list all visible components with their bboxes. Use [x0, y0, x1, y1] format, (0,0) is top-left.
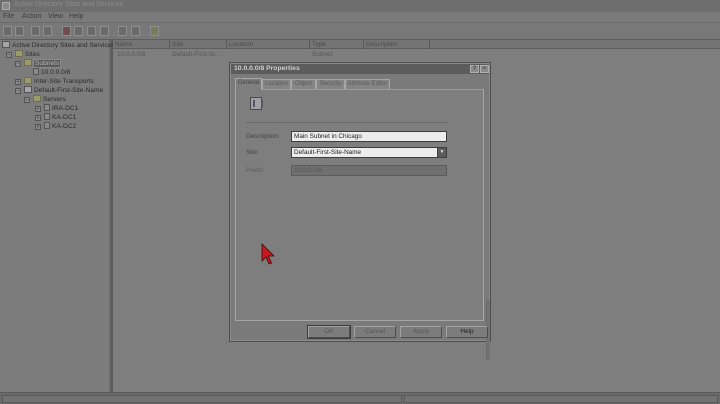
ok-button[interactable]: OK	[307, 325, 351, 339]
dialog-title: 10.0.0.0/8 Properties	[234, 65, 300, 72]
site-dropdown[interactable]: Default-First-Site-Name ▼	[291, 147, 447, 158]
row-name: 10.0.0.0/8	[117, 51, 146, 58]
menu-file[interactable]: File	[3, 13, 14, 20]
menu-action[interactable]: Action	[22, 13, 41, 20]
server-icon	[44, 122, 50, 129]
tree-server-ka-dc2[interactable]: + KA-DC2	[35, 122, 76, 131]
folder-icon	[33, 95, 41, 102]
dialog-title-bar: 10.0.0.0/8 Properties ? ×	[231, 64, 489, 74]
forward-icon[interactable]	[15, 26, 24, 36]
properties-icon[interactable]	[74, 26, 83, 36]
window-title: Active Directory Sites and Services	[14, 1, 123, 8]
mmc-view-icon[interactable]	[131, 26, 140, 36]
folder-icon	[15, 50, 23, 57]
help-icon[interactable]	[118, 26, 127, 36]
column-description[interactable]: Description	[364, 40, 430, 49]
collapse-icon[interactable]: –	[6, 52, 12, 58]
tab-security[interactable]: Security	[316, 79, 345, 89]
table-row[interactable]: 10.0.0.0/8 Default-First-Si... Subnet	[113, 50, 720, 59]
help-question-icon[interactable]: ?	[470, 65, 479, 73]
close-icon[interactable]: ×	[480, 65, 489, 73]
toolbar	[0, 23, 720, 40]
tab-object[interactable]: Object	[291, 79, 316, 89]
description-label: Description:	[246, 133, 280, 140]
status-pane	[404, 395, 718, 403]
folder-icon	[24, 59, 32, 66]
status-bar	[0, 392, 720, 404]
delete-icon[interactable]	[62, 26, 71, 36]
list-header: Name Site Location Type Description	[113, 40, 720, 49]
row-type: Subnet	[312, 51, 333, 58]
new-object-icon[interactable]	[150, 26, 159, 36]
description-field[interactable]: Main Subnet in Chicago	[291, 131, 447, 142]
site-selected-value: Default-First-Site-Name	[294, 149, 362, 156]
tab-general[interactable]: General	[235, 78, 262, 90]
collapse-icon[interactable]: –	[15, 88, 21, 94]
tab-attribute-editor[interactable]: Attribute Editor	[345, 79, 390, 89]
expand-icon[interactable]: +	[35, 115, 41, 121]
up-folder-icon[interactable]	[31, 26, 40, 36]
site-label: Site:	[246, 149, 259, 156]
server-icon	[44, 113, 50, 120]
prefix-label: Prefix:	[246, 167, 265, 174]
back-icon[interactable]	[3, 26, 12, 36]
tree-server-ka-dc1[interactable]: + KA-DC1	[35, 113, 76, 122]
site-icon	[24, 86, 32, 93]
tree-server-ira-dc1[interactable]: + IRA-DC1	[35, 104, 78, 113]
column-type[interactable]: Type	[310, 40, 364, 49]
general-tab-panel: Description: Main Subnet in Chicago Site…	[235, 89, 490, 360]
chevron-down-icon[interactable]: ▼	[437, 148, 446, 157]
tree-subnets[interactable]: – Subnets	[15, 59, 62, 68]
folder-icon	[24, 77, 32, 84]
menu-view[interactable]: View	[48, 13, 63, 20]
properties-dialog: 10.0.0.0/8 Properties ? × General Locati…	[229, 62, 491, 360]
show-hide-tree-icon[interactable]	[43, 26, 52, 36]
tree-default-site[interactable]: – Default-First-Site-Name	[15, 86, 103, 95]
divider	[246, 122, 448, 123]
column-name[interactable]: Name	[113, 40, 170, 49]
status-pane	[2, 395, 402, 403]
menu-help[interactable]: Help	[69, 13, 83, 20]
help-button[interactable]: Help	[446, 326, 488, 338]
subnet-icon	[33, 68, 39, 75]
tree-sites[interactable]: – Sites	[6, 50, 40, 59]
console-tree: Active Directory Sites and Services – Sit…	[0, 40, 115, 392]
export-list-icon[interactable]	[100, 26, 109, 36]
tree-inter-site-transports[interactable]: + Inter-Site Transports	[15, 77, 94, 86]
menu-bar: File Action View Help	[0, 12, 720, 23]
expand-icon[interactable]: +	[35, 106, 41, 112]
mmc-app-icon	[2, 2, 10, 10]
tree-subnet-item[interactable]: 10.0.0.0/8	[33, 68, 70, 77]
server-icon	[44, 104, 50, 111]
title-bar: Active Directory Sites and Services	[0, 0, 720, 12]
refresh-icon[interactable]	[87, 26, 96, 36]
expand-icon[interactable]: +	[15, 79, 21, 85]
row-site: Default-First-Si...	[172, 51, 220, 58]
tab-location[interactable]: Location	[262, 79, 291, 89]
tree-root[interactable]: Active Directory Sites and Services	[2, 41, 115, 50]
prefix-field: 10.0.0.0/8	[291, 165, 447, 176]
collapse-icon[interactable]: –	[15, 61, 21, 67]
column-location[interactable]: Location	[227, 40, 310, 49]
column-site[interactable]: Site	[170, 40, 227, 49]
collapse-icon[interactable]: –	[24, 97, 30, 103]
tree-servers[interactable]: – Servers	[24, 95, 66, 104]
expand-icon[interactable]: +	[35, 124, 41, 130]
subnet-icon	[250, 97, 263, 110]
mmc-window: Active Directory Sites and Services File…	[0, 0, 720, 404]
sites-snapin-icon	[2, 41, 10, 48]
cancel-button[interactable]: Cancel	[354, 326, 396, 338]
apply-button[interactable]: Apply	[400, 326, 442, 338]
